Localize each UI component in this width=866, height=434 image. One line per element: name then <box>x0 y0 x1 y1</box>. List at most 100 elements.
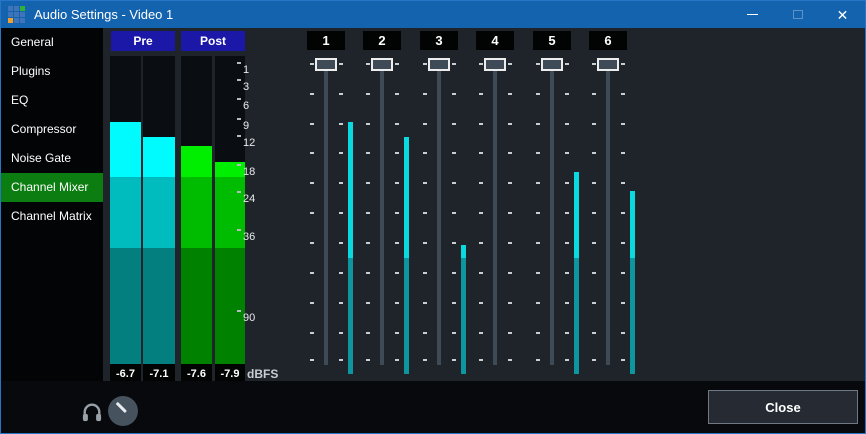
slider-tick <box>366 242 370 244</box>
channel-5-slider-thumb[interactable] <box>541 58 563 71</box>
scale-tick <box>237 135 241 137</box>
sidebar-item-channel-mixer[interactable]: Channel Mixer <box>1 173 103 202</box>
pre-meter-right <box>143 56 175 367</box>
slider-tick <box>423 212 427 214</box>
slider-tick <box>479 93 483 95</box>
channel-6-slider-track[interactable] <box>606 64 610 365</box>
slider-tick <box>310 152 314 154</box>
slider-tick <box>536 242 540 244</box>
scale-label-90: 90 <box>243 312 255 324</box>
channel-1-slider-track[interactable] <box>324 64 328 365</box>
channel-2-slider-track[interactable] <box>380 64 384 365</box>
minimize-icon <box>747 14 758 16</box>
channel-6-header: 6 <box>589 31 627 50</box>
channel-2-level-meter <box>404 137 409 374</box>
slider-tick <box>339 242 343 244</box>
slider-tick <box>536 302 540 304</box>
slider-tick <box>423 123 427 125</box>
scale-label-6: 6 <box>243 100 249 112</box>
slider-tick <box>310 332 314 334</box>
slider-tick <box>479 359 483 361</box>
channel-3-slider-track[interactable] <box>437 64 441 365</box>
scale-tick <box>237 229 241 231</box>
slider-tick <box>423 332 427 334</box>
slider-tick <box>621 182 625 184</box>
channel-3-level-meter <box>461 245 466 374</box>
slider-tick <box>536 123 540 125</box>
footer: Close <box>1 381 865 433</box>
sidebar: GeneralPluginsEQCompressorNoise GateChan… <box>1 28 103 381</box>
sidebar-item-plugins[interactable]: Plugins <box>1 57 103 86</box>
slider-tick <box>452 212 456 214</box>
slider-tick <box>366 152 370 154</box>
slider-tick <box>395 182 399 184</box>
sidebar-item-compressor[interactable]: Compressor <box>1 115 103 144</box>
headphones-icon[interactable] <box>81 402 103 422</box>
sidebar-item-eq[interactable]: EQ <box>1 86 103 115</box>
slider-tick <box>479 182 483 184</box>
close-window-button[interactable]: ✕ <box>820 1 865 28</box>
slider-tick <box>536 359 540 361</box>
slider-tick <box>339 123 343 125</box>
channel-6-level-meter <box>630 191 635 374</box>
channel-4-slider-track[interactable] <box>493 64 497 365</box>
slider-tick <box>366 212 370 214</box>
slider-tick <box>508 272 512 274</box>
slider-tick <box>536 93 540 95</box>
slider-tick <box>452 63 456 65</box>
slider-tick <box>479 242 483 244</box>
slider-tick <box>508 212 512 214</box>
minimize-button[interactable] <box>730 1 775 28</box>
channel-1-header: 1 <box>307 31 345 50</box>
sidebar-item-noise-gate[interactable]: Noise Gate <box>1 144 103 173</box>
slider-tick <box>423 182 427 184</box>
slider-tick <box>310 212 314 214</box>
slider-tick <box>310 272 314 274</box>
scale-label-1: 1 <box>243 64 249 76</box>
volume-knob[interactable] <box>108 396 138 426</box>
slider-tick <box>536 152 540 154</box>
slider-tick <box>565 242 569 244</box>
channel-5-slider-track[interactable] <box>550 64 554 365</box>
slider-tick <box>621 63 625 65</box>
window-controls: ✕ <box>730 1 865 28</box>
close-button[interactable]: Close <box>708 390 858 424</box>
slider-tick <box>452 272 456 274</box>
scale-tick <box>237 98 241 100</box>
slider-tick <box>339 359 343 361</box>
slider-tick <box>508 182 512 184</box>
titlebar: Audio Settings - Video 1 ✕ <box>1 1 865 28</box>
channel-3-slider-thumb[interactable] <box>428 58 450 71</box>
slider-tick <box>592 242 596 244</box>
channel-6-slider-thumb[interactable] <box>597 58 619 71</box>
slider-tick <box>395 152 399 154</box>
sidebar-item-general[interactable]: General <box>1 28 103 57</box>
slider-tick <box>395 302 399 304</box>
slider-tick <box>452 332 456 334</box>
scale-tick <box>237 310 241 312</box>
sidebar-item-channel-matrix[interactable]: Channel Matrix <box>1 202 103 231</box>
slider-tick <box>310 182 314 184</box>
slider-tick <box>479 63 483 65</box>
app-icon <box>8 6 25 23</box>
slider-tick <box>565 212 569 214</box>
slider-tick <box>423 63 427 65</box>
slider-tick <box>536 272 540 274</box>
slider-tick <box>479 212 483 214</box>
slider-tick <box>366 359 370 361</box>
slider-tick <box>592 63 596 65</box>
slider-tick <box>621 332 625 334</box>
scale-label-9: 9 <box>243 120 249 132</box>
channel-1-slider-thumb[interactable] <box>315 58 337 71</box>
slider-tick <box>592 123 596 125</box>
channel-4-slider-thumb[interactable] <box>484 58 506 71</box>
scale-tick <box>237 62 241 64</box>
slider-tick <box>310 123 314 125</box>
slider-tick <box>621 302 625 304</box>
channel-2-slider-thumb[interactable] <box>371 58 393 71</box>
channel-1-level-meter <box>348 122 353 374</box>
slider-tick <box>395 123 399 125</box>
knob-indicator <box>116 402 127 413</box>
scale-label-24: 24 <box>243 193 255 205</box>
slider-tick <box>508 242 512 244</box>
